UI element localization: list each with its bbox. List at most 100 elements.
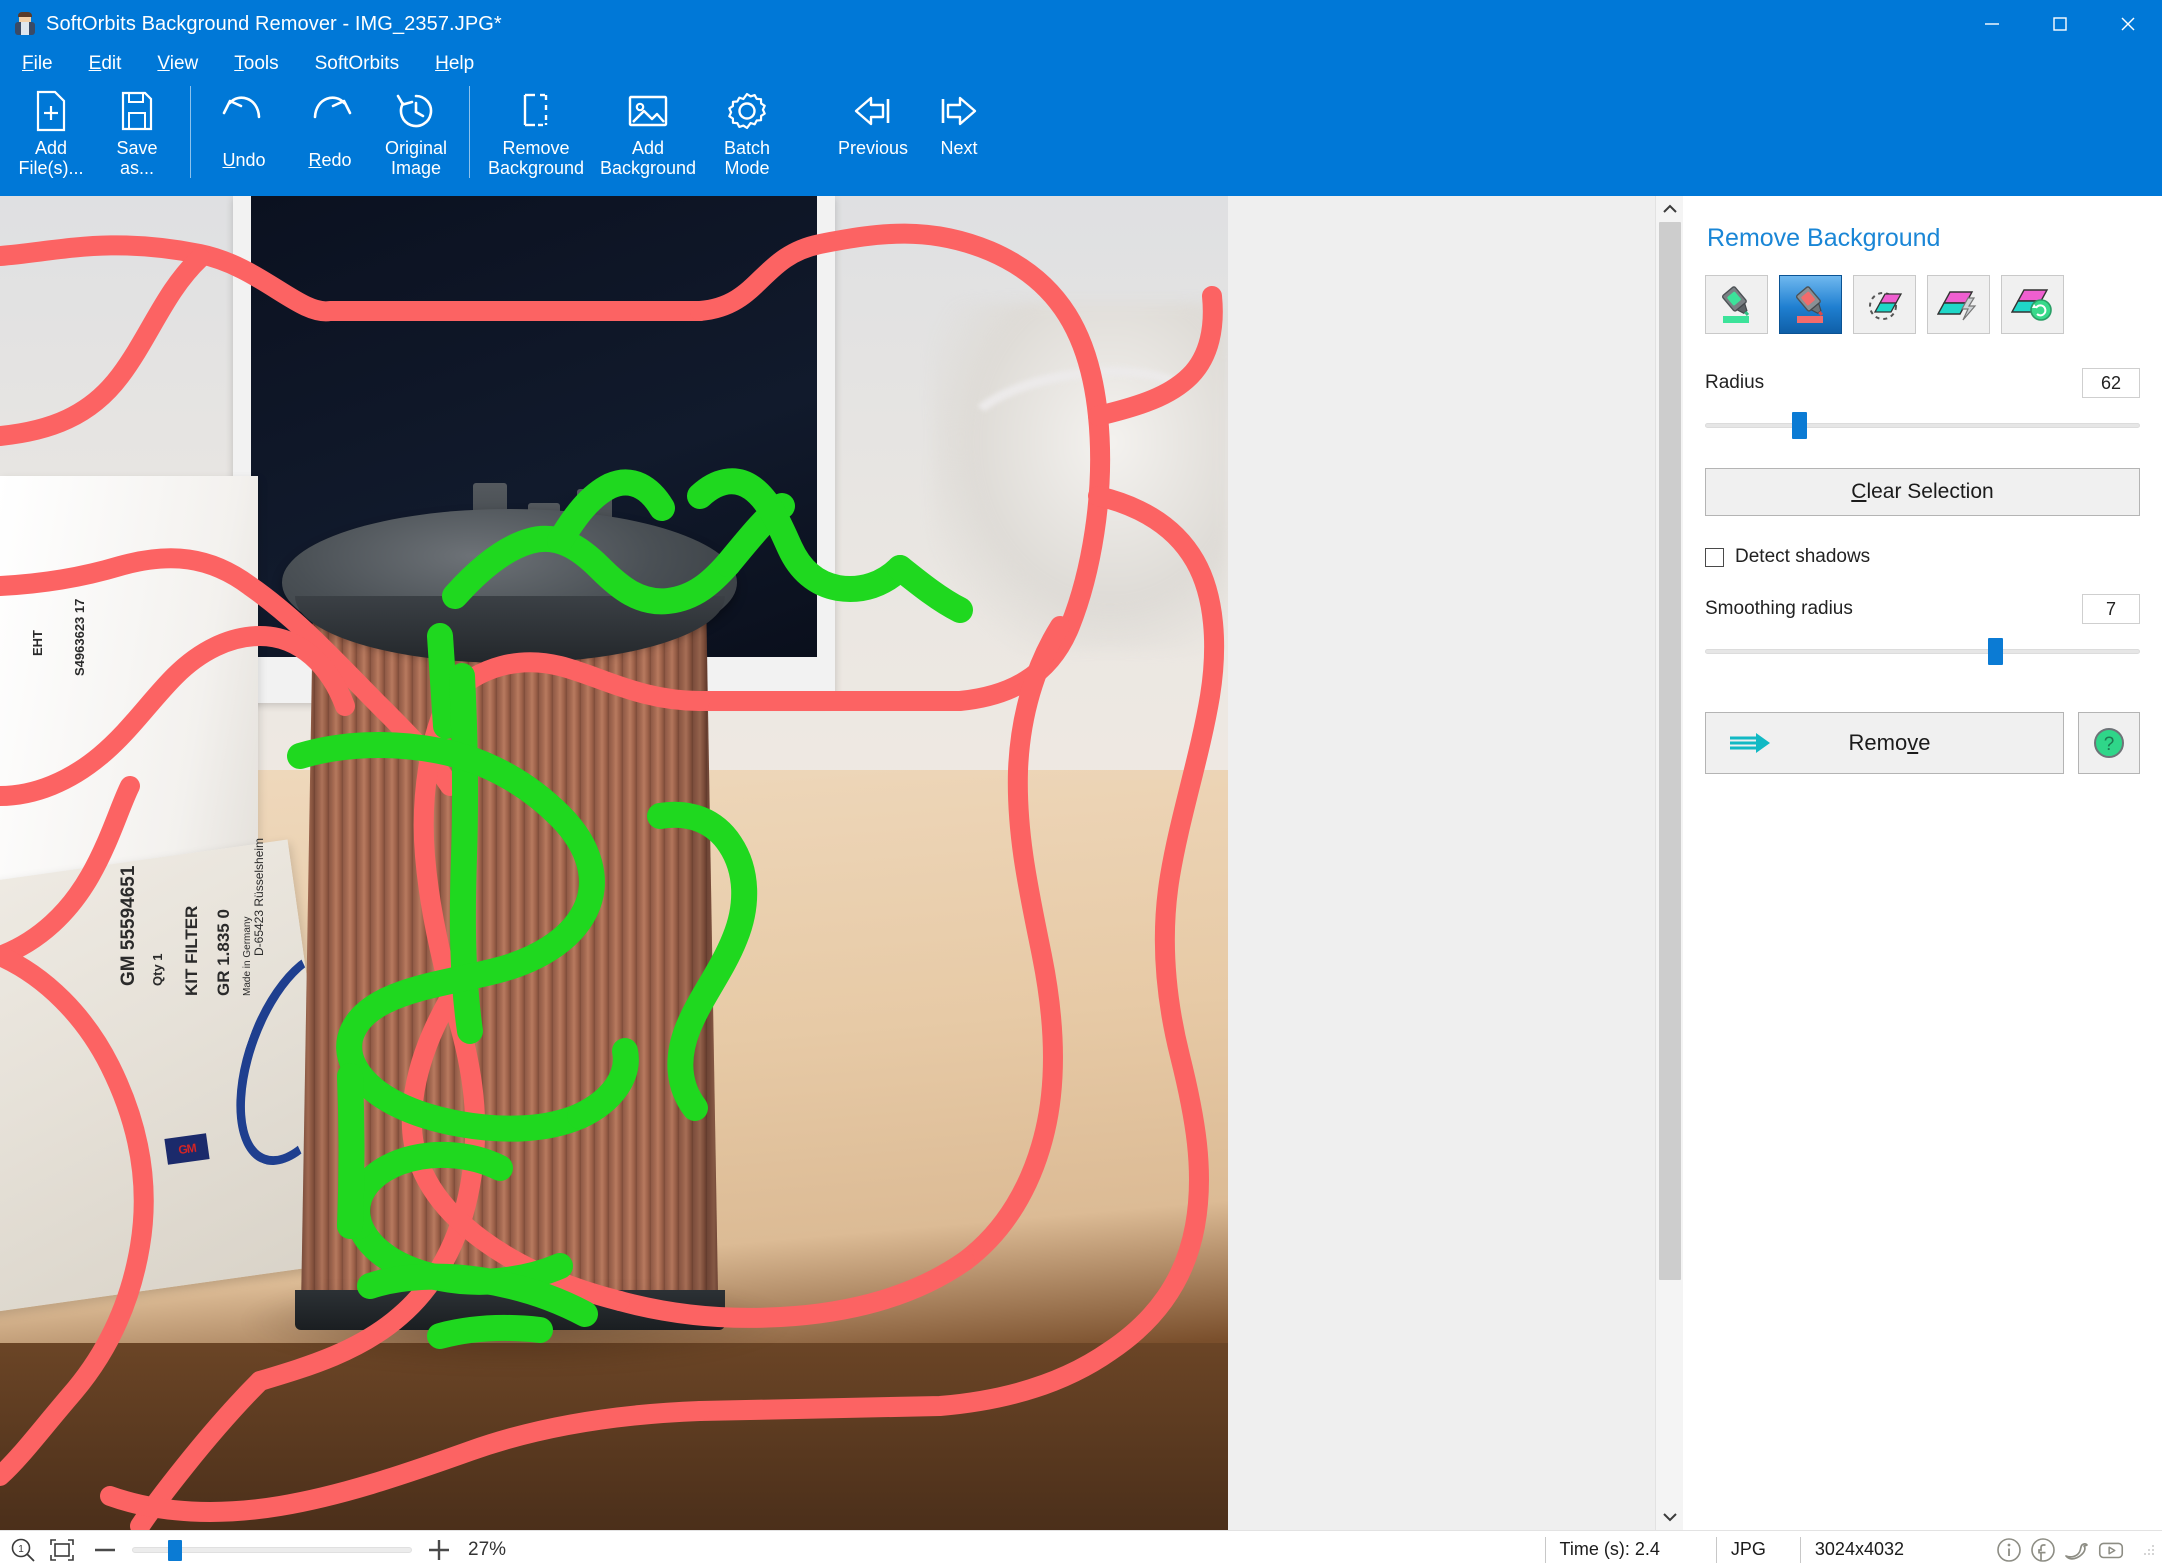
photo-box-label-address: D-65423 Rüsselsheim [252,837,266,956]
red-marker-icon [1795,285,1823,323]
menu-edit[interactable]: Edit [85,51,126,77]
radius-slider-track [1705,423,2140,428]
arrow-left-icon [850,88,896,134]
main-toolbar: Add File(s)... Save as... Undo Redo Orig… [0,80,2162,196]
svg-text:?: ? [2104,734,2115,755]
application-window: SoftOrbits Background Remover - IMG_2357… [0,0,2162,1568]
minimize-button[interactable] [1958,0,2026,48]
undo-icon [220,88,268,134]
canvas-vertical-scrollbar[interactable] [1655,196,1683,1530]
mark-background-marker-button[interactable] [1779,275,1842,334]
resize-grip[interactable] [2142,1543,2156,1557]
zoom-one-to-one-icon[interactable]: 1 [10,1537,38,1563]
selection-lasso-tool-button[interactable] [1853,275,1916,334]
menu-tools[interactable]: Tools [230,51,282,77]
tool-button-row [1705,275,2140,334]
zoom-slider-thumb[interactable] [168,1539,182,1561]
status-bar: 1 27% Time (s): 2.4 JPG 3024x4032 [0,1530,2162,1568]
toolbar-separator-1 [190,86,191,178]
toolbar-remove-background-button[interactable]: Remove Background [480,80,592,184]
menu-help[interactable]: Help [431,51,478,77]
zoom-percent-label: 27% [468,1538,507,1560]
zoom-in-icon[interactable] [426,1537,452,1563]
menu-view[interactable]: View [153,51,202,77]
app-person-icon [14,12,36,35]
toolbar-save-as-label: Save as... [116,138,158,179]
title-bar: SoftOrbits Background Remover - IMG_2357… [0,0,2162,48]
toolbar-separator-2 [469,86,470,178]
toolbar-previous-button[interactable]: Previous [830,80,916,184]
photo-filter-body [300,582,719,1317]
smoothing-radius-field-row: Smoothing radius 7 [1705,594,2140,624]
help-button[interactable]: ? [2078,712,2140,774]
lightning-layers-icon [1936,290,1976,320]
chevron-down-icon[interactable] [1656,1504,1684,1530]
toolbar-add-files-button[interactable]: Add File(s)... [8,80,94,184]
refresh-layers-tool-button[interactable] [2001,275,2064,334]
radius-slider-thumb[interactable] [1792,412,1807,439]
window-title: SoftOrbits Background Remover - IMG_2357… [46,12,502,35]
smoothing-radius-slider-track [1705,649,2140,654]
photo-box-label-kitfilter: KIT FILTER [182,905,201,996]
maximize-button[interactable] [2026,0,2094,48]
toolbar-undo-label: Undo [222,150,266,170]
arrow-right-icon [936,88,982,134]
toolbar-redo-button[interactable]: Redo [287,80,373,184]
magic-wand-tool-button[interactable] [1927,275,1990,334]
panel-title: Remove Background [1707,224,1941,252]
green-marker-icon [1721,285,1749,323]
fit-to-window-icon[interactable] [48,1537,76,1563]
menu-file[interactable]: File [18,51,57,77]
zoom-out-icon[interactable] [92,1537,118,1563]
scrollbar-thumb[interactable] [1659,222,1681,1280]
gear-icon [725,88,769,134]
mark-foreground-marker-button[interactable] [1705,275,1768,334]
status-format: JPG [1715,1536,1766,1563]
photo-image[interactable]: EHT S4963623 17 GM 55594651 Qty 1 KIT FI… [0,196,1228,1530]
remove-background-panel: Remove Background Radius 62 C lear Selec… [1683,196,2162,1530]
toolbar-save-as-button[interactable]: Save as... [94,80,180,184]
photo-box-label-qty: Qty 1 [150,953,165,986]
toolbar-undo-button[interactable]: Undo [201,80,287,184]
save-as-icon [118,88,156,134]
remove-button[interactable]: Remove [1705,712,2064,774]
toolbar-remove-background-label: Remove Background [487,138,585,179]
radius-input[interactable]: 62 [2082,368,2140,398]
remove-button-label: Remove [1848,730,1931,755]
facebook-icon[interactable] [2028,1535,2058,1565]
twitter-icon[interactable] [2062,1535,2092,1565]
toolbar-add-background-label: Add Background [599,138,697,179]
zoom-slider[interactable] [132,1537,412,1563]
photo-box-label-code: S4963623 17 [72,598,87,676]
toolbar-batch-mode-label: Batch Mode [723,138,771,179]
photo-box-label-eht: EHT [30,630,45,656]
toolbar-original-image-button[interactable]: Original Image [373,80,459,184]
menu-softorbits[interactable]: SoftOrbits [311,51,403,77]
photo-scene: EHT S4963623 17 GM 55594651 Qty 1 KIT FI… [0,196,1228,1530]
smoothing-radius-slider[interactable] [1705,634,2140,668]
radius-slider[interactable] [1705,408,2140,442]
detect-shadows-checkbox[interactable] [1705,547,1724,567]
chevron-up-icon[interactable] [1656,196,1684,222]
toolbar-next-button[interactable]: Next [916,80,1002,184]
double-arrow-right-icon [1728,729,1774,757]
detect-shadows-label: Detect shadows [1735,546,1871,567]
detect-shadows-row[interactable]: Detect shadows [1705,546,2140,568]
photo-desk-edge [0,1343,1228,1530]
toolbar-add-background-button[interactable]: Add Background [592,80,704,184]
radius-field-row: Radius 62 [1705,368,2140,398]
remove-action-row: Remove ? [1705,712,2140,774]
smoothing-radius-slider-thumb[interactable] [1987,638,2003,665]
add-background-icon [625,88,671,134]
dashed-selection-icon [1868,291,1902,320]
clear-selection-button[interactable]: Clear Selection [1705,468,2140,516]
image-canvas-area[interactable]: EHT S4963623 17 GM 55594651 Qty 1 KIT FI… [0,196,1663,1530]
photo-filter-base [294,1289,725,1330]
info-icon[interactable] [1994,1535,2024,1565]
youtube-icon[interactable] [2096,1535,2126,1565]
toolbar-batch-mode-button[interactable]: Batch Mode [704,80,790,184]
status-time: Time (s): 2.4 [1544,1536,1660,1563]
status-dimensions: 3024x4032 [1799,1536,1904,1563]
close-button[interactable] [2094,0,2162,48]
smoothing-radius-input[interactable]: 7 [2082,594,2140,624]
